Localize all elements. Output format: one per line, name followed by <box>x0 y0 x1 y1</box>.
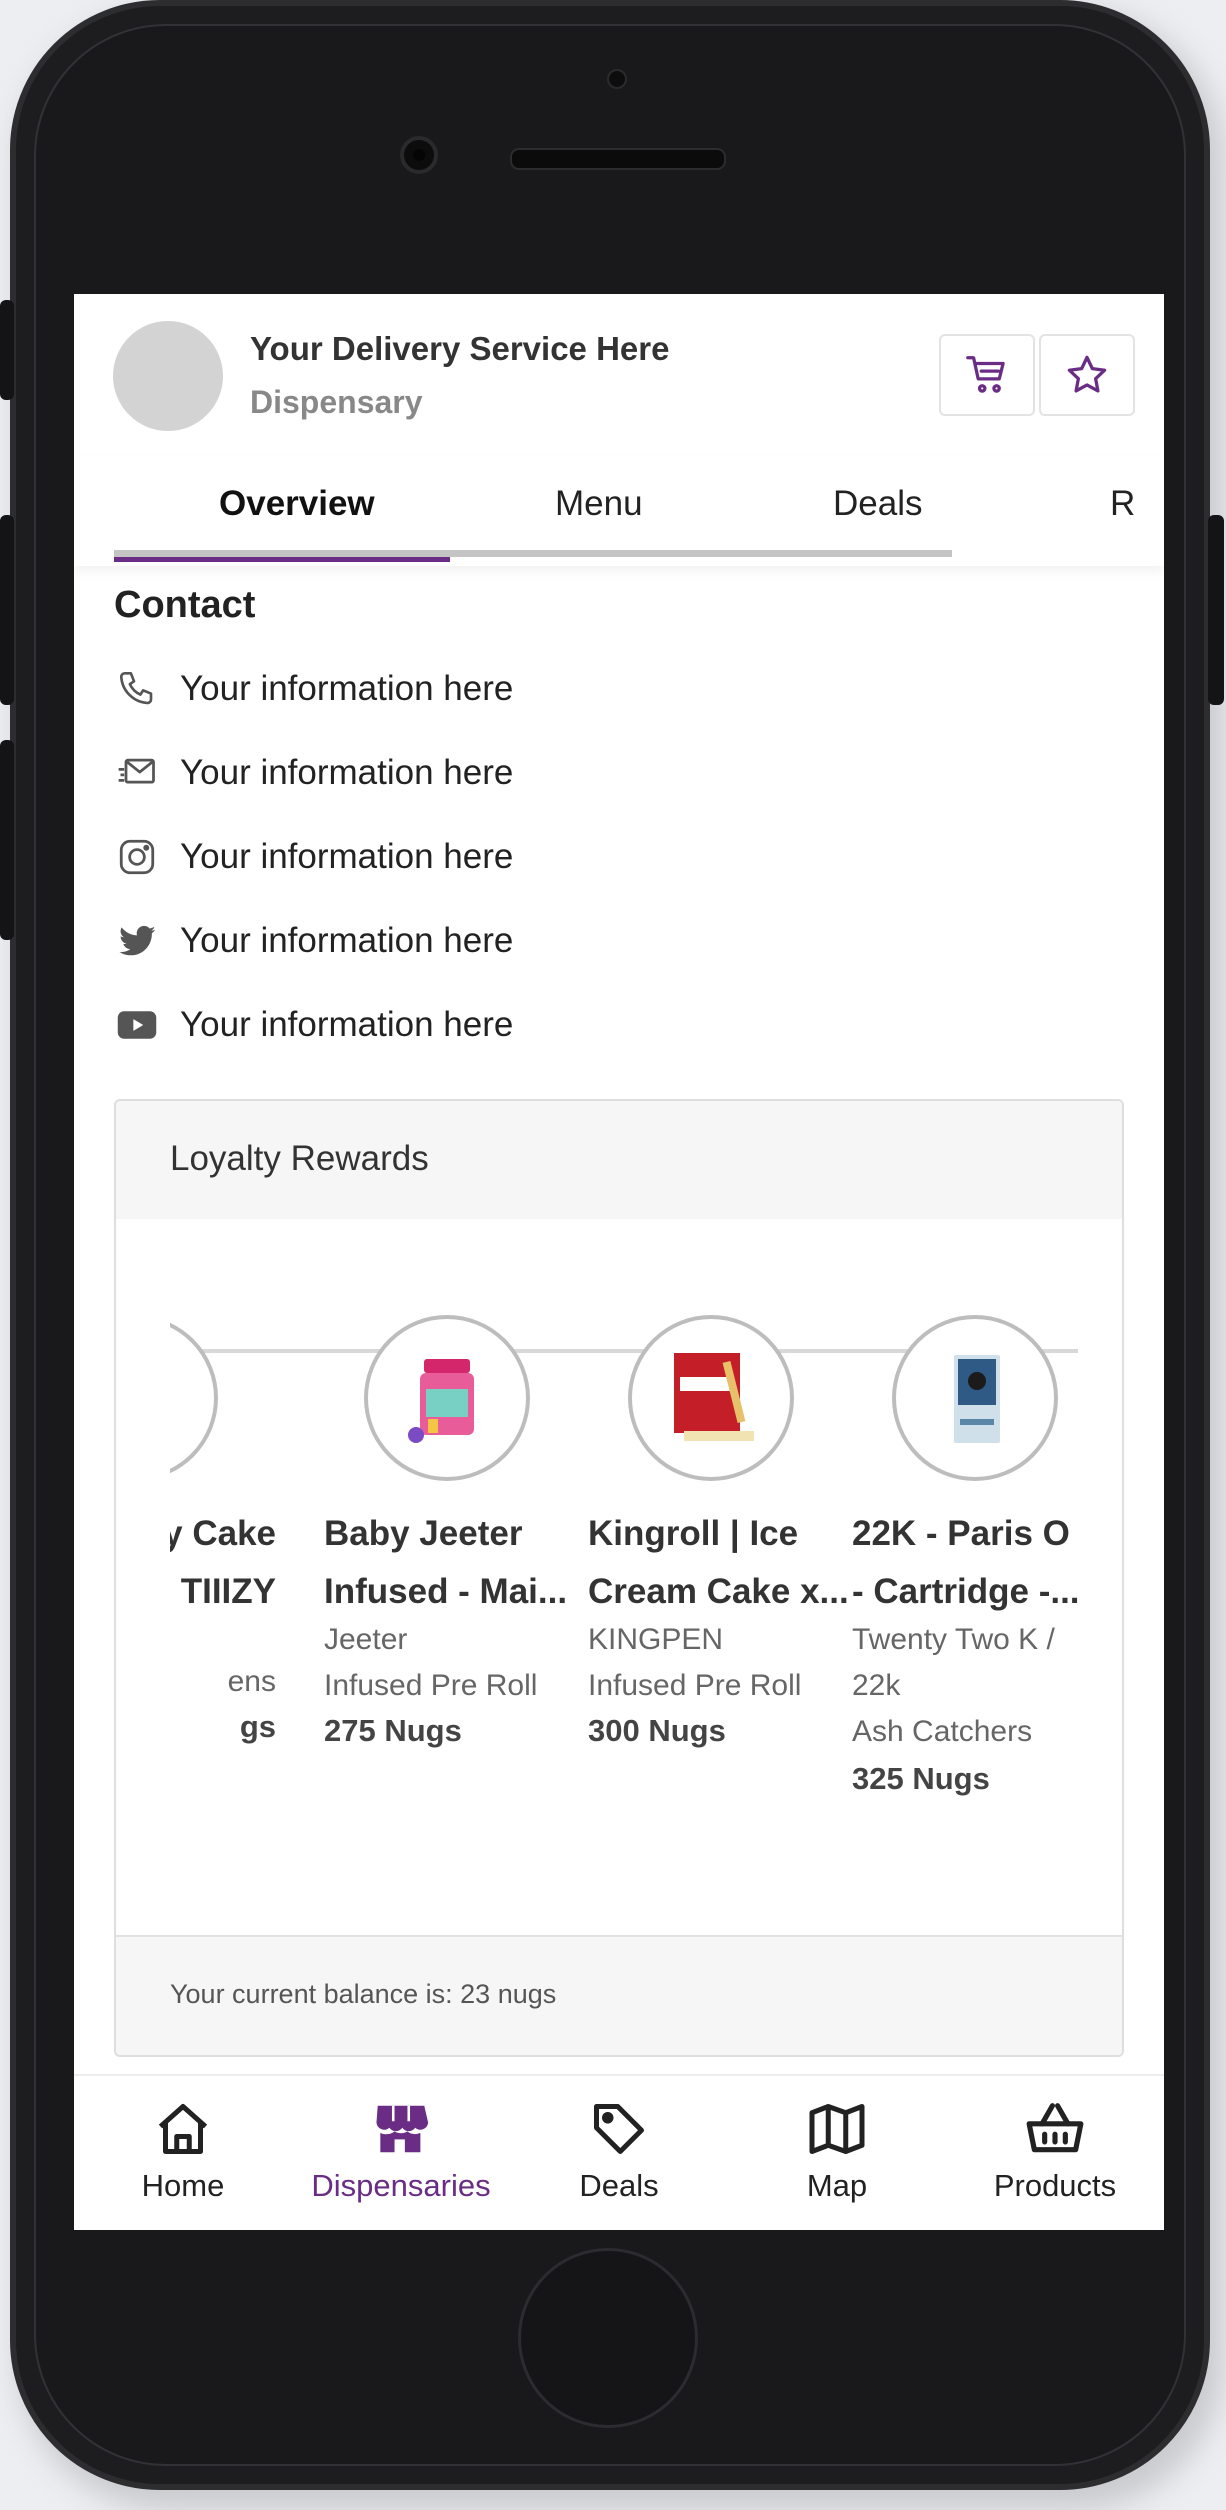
business-avatar <box>113 321 223 431</box>
email-icon <box>118 758 155 784</box>
earpiece-speaker <box>510 148 726 170</box>
nav-map-label: Map <box>806 2168 868 2203</box>
volume-down-button <box>0 740 14 940</box>
cart-icon <box>966 356 1005 393</box>
reward-brand-alt: 22k <box>852 1669 901 1702</box>
reward-image <box>628 1315 794 1481</box>
business-type: Dispensary <box>250 384 423 420</box>
nav-home-label: Home <box>141 2168 225 2203</box>
cart-button[interactable] <box>939 334 1035 416</box>
loyalty-title: Loyalty Rewards <box>170 1139 429 1178</box>
reward-name-line2: - Cartridge -... <box>852 1572 1078 1611</box>
reward-brand: Jeeter <box>324 1623 408 1656</box>
reward-category: ens <box>227 1665 276 1698</box>
reward-name-line2: Infused - Mai... <box>324 1572 568 1611</box>
mute-switch <box>0 300 14 400</box>
nav-home[interactable]: Home <box>74 2098 292 2204</box>
tab-overview[interactable]: Overview <box>219 484 375 524</box>
volume-up-button <box>0 515 14 705</box>
basket-icon <box>1026 2103 1084 2153</box>
reward-points: 325 Nugs <box>852 1761 990 1796</box>
nav-dispensaries[interactable]: Dispensaries <box>292 2098 510 2204</box>
nug-balance-text: Your current balance is: 23 nugs <box>170 1979 557 2009</box>
nav-products[interactable]: Products <box>946 2098 1164 2204</box>
contact-instagram-text: Your information here <box>180 837 514 876</box>
contact-phone-row[interactable]: Your information here <box>114 664 513 714</box>
reward-name-line1: Kingroll | Ice <box>588 1514 799 1553</box>
reward-image <box>170 1315 218 1481</box>
nav-map[interactable]: Map <box>728 2098 946 2204</box>
loyalty-rewards-card: Loyalty Rewards ay Cake TII <box>114 1099 1124 2057</box>
business-header: Your Delivery Service Here Dispensary <box>74 294 1164 458</box>
map-icon <box>809 2104 865 2154</box>
nav-deals[interactable]: Deals <box>510 2098 728 2204</box>
store-icon <box>376 2105 429 2153</box>
home-hardware-button[interactable] <box>518 2248 698 2428</box>
home-icon <box>158 2104 208 2154</box>
tab-deals[interactable]: Deals <box>833 484 922 524</box>
nav-deals-label: Deals <box>579 2168 659 2203</box>
contact-email-text: Your information here <box>180 753 514 792</box>
loyalty-card-footer: Your current balance is: 23 nugs <box>116 1935 1122 2055</box>
business-name: Your Delivery Service Here <box>250 330 670 367</box>
tab-reviews[interactable]: R <box>1110 484 1135 524</box>
reward-points: 275 Nugs <box>324 1713 462 1748</box>
loyalty-card-body: ay Cake TIIIZY ens gs <box>116 1219 1122 1935</box>
reward-name-line2: TIIIZY <box>180 1572 276 1611</box>
front-camera <box>400 136 438 174</box>
contact-email-row[interactable]: Your information here <box>114 748 513 798</box>
contact-youtube-row[interactable]: Your information here <box>114 1000 513 1050</box>
reward-category: Ash Catchers <box>852 1715 1033 1748</box>
contact-instagram-row[interactable]: Your information here <box>114 832 513 882</box>
proximity-sensor <box>607 69 627 89</box>
reward-category: Infused Pre Roll <box>588 1669 802 1702</box>
reward-name-line1: 22K - Paris O <box>852 1514 1070 1553</box>
reward-name-line1: ay Cake <box>170 1514 276 1553</box>
contact-phone-text: Your information here <box>180 669 514 708</box>
power-button <box>1208 515 1224 705</box>
youtube-icon <box>117 1011 157 1039</box>
contact-twitter-row[interactable]: Your information here <box>114 916 513 966</box>
reward-brand: Twenty Two K / <box>852 1623 1055 1656</box>
phone-icon <box>119 671 153 705</box>
reward-image <box>364 1315 530 1481</box>
reward-category: Infused Pre Roll <box>324 1669 538 1702</box>
rewards-carousel[interactable]: ay Cake TIIIZY ens gs <box>170 1219 1078 1935</box>
reward-points: 300 Nugs <box>588 1713 726 1748</box>
reward-points: gs <box>239 1709 276 1744</box>
favorite-button[interactable] <box>1039 334 1135 416</box>
reward-brand: KINGPEN <box>588 1623 724 1656</box>
nav-dispensaries-label: Dispensaries <box>311 2168 491 2203</box>
tab-bar: Overview Menu Deals R <box>74 456 1164 566</box>
reward-name-line1: Baby Jeeter <box>324 1514 523 1553</box>
app-screen: Your Delivery Service Here Dispensary Ov… <box>74 294 1164 2230</box>
reward-image <box>892 1315 1058 1481</box>
tag-icon <box>594 2104 644 2154</box>
instagram-icon <box>119 839 155 875</box>
bottom-nav: Home Dispensaries Deals Map Products <box>74 2074 1164 2230</box>
nav-products-label: Products <box>993 2168 1117 2203</box>
loyalty-card-header: Loyalty Rewards <box>116 1101 1122 1221</box>
twitter-icon <box>119 925 156 956</box>
contact-twitter-text: Your information here <box>180 921 514 960</box>
contact-heading: Contact <box>114 584 256 626</box>
reward-name-line2: Cream Cake x... <box>588 1572 849 1611</box>
tab-scrollbar[interactable] <box>114 550 952 557</box>
star-icon <box>1067 355 1107 393</box>
contact-youtube-text: Your information here <box>180 1005 514 1044</box>
tab-menu[interactable]: Menu <box>555 484 643 524</box>
active-tab-indicator <box>114 557 450 562</box>
